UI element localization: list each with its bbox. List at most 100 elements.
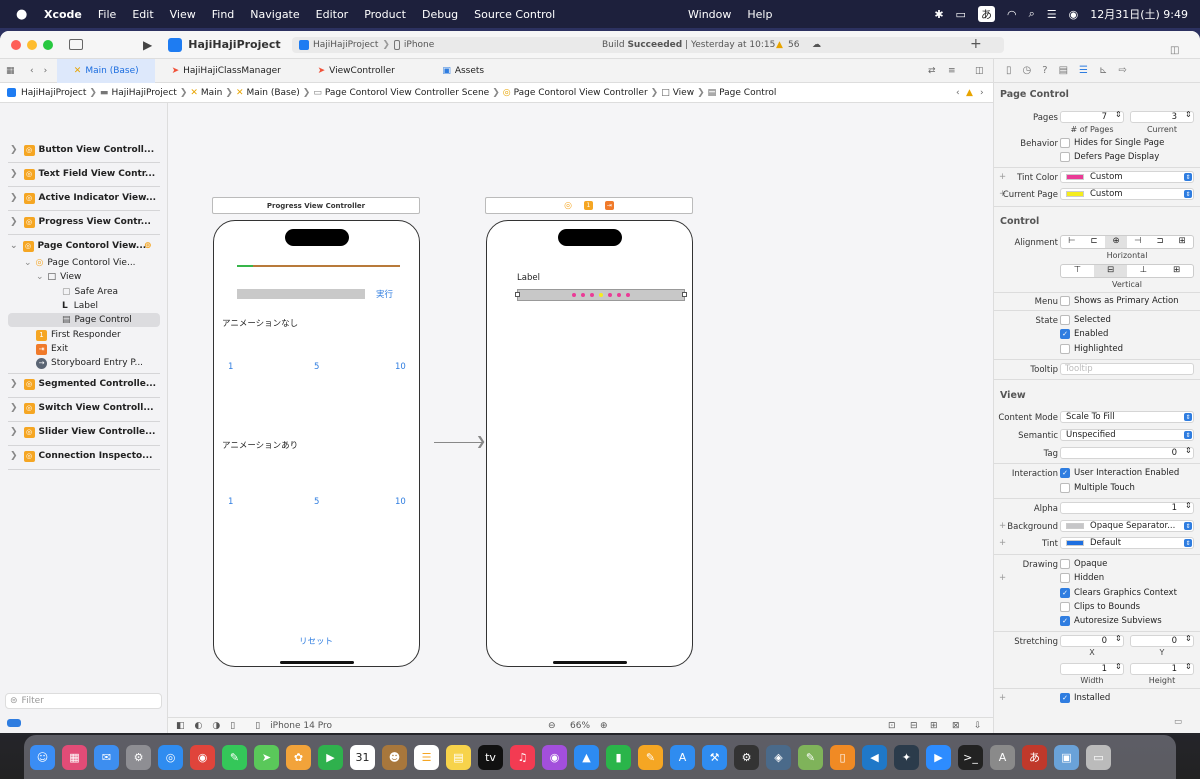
jump-view[interactable]: □ View	[661, 88, 694, 98]
orientation-icon[interactable]: ▯	[230, 721, 235, 731]
menu-product[interactable]: Product	[364, 8, 406, 21]
outline-group[interactable]: ❯ ◎ Progress View Contr...	[10, 215, 151, 229]
split-editor-icon[interactable]: ◫	[975, 66, 984, 76]
help-icon[interactable]: ?	[1042, 65, 1047, 76]
device-icon[interactable]: ▯	[255, 721, 260, 731]
finder-icon[interactable]: ☺	[30, 744, 55, 770]
menu-navigate[interactable]: Navigate	[250, 8, 299, 21]
simulator-icon[interactable]: ◈	[766, 744, 791, 770]
scheme-selector[interactable]: HajiHajiProject ❯ iPhone Build Succeeded…	[292, 37, 1004, 53]
reminders-icon[interactable]: ☰	[414, 744, 439, 770]
run-button[interactable]: ▶	[143, 38, 152, 52]
battery-icon[interactable]: ▭	[956, 8, 966, 21]
tag-stepper-icon[interactable]: ⇕	[1185, 446, 1192, 455]
contacts-icon[interactable]: ☻	[382, 744, 407, 770]
autoresize-checkbox[interactable]: ✓ Autoresize Subviews	[1060, 616, 1162, 626]
chrome-icon[interactable]: ◉	[190, 744, 215, 770]
trash-icon[interactable]: ▭	[1086, 744, 1111, 770]
viewcontroller-icon[interactable]: ◎	[564, 201, 572, 211]
outline-item[interactable]: ⌄ □ View	[36, 270, 81, 284]
alpha-stepper-icon[interactable]: ⇕	[1185, 501, 1192, 510]
filter-field[interactable]: ⊜ Filter	[5, 693, 162, 709]
warning-count[interactable]: 56	[788, 40, 799, 50]
add-variation-icon[interactable]: +	[999, 693, 1006, 703]
jump-page-control[interactable]: ▤ Page Control	[708, 88, 777, 98]
first-responder-icon[interactable]: 1	[583, 201, 593, 210]
horizontal-alignment-segments[interactable]: ⊢ ⊏ ⊕ ⊣ ⊐ ⊞	[1060, 235, 1194, 249]
related-items-icon[interactable]: ⇄	[928, 66, 936, 76]
forward-icon[interactable]: ›	[44, 66, 48, 76]
outline-group[interactable]: ❯ ◎ Connection Inspecto...	[10, 449, 152, 463]
safari-icon[interactable]: ◎	[158, 744, 183, 770]
preview-icon[interactable]: ▣	[1054, 744, 1079, 770]
scheme-name[interactable]: HajiHajiProject	[313, 40, 378, 50]
user-interaction-checkbox[interactable]: ✓ User Interaction Enabled	[1060, 468, 1179, 478]
search-icon[interactable]: ⌕	[1029, 7, 1035, 21]
zoom-out-icon[interactable]: ⊖	[548, 721, 556, 731]
exit-icon[interactable]: ⇥	[604, 201, 614, 210]
menu-edit[interactable]: Edit	[132, 8, 153, 21]
page-dot[interactable]	[572, 293, 576, 297]
github-icon[interactable]: ✦	[894, 744, 919, 770]
content-mode-popup[interactable]: Scale To Fill ⇕	[1060, 411, 1194, 423]
device-config[interactable]: iPhone 14 Pro	[270, 721, 332, 731]
bluetooth-icon[interactable]: ✱	[934, 8, 943, 21]
resolve-issues-icon[interactable]: ⊠	[952, 721, 960, 731]
add-icon[interactable]: +	[970, 36, 982, 52]
connections-icon[interactable]: ⇨	[1118, 65, 1126, 76]
calendar-icon[interactable]: 31	[350, 744, 375, 770]
multiple-touch-checkbox[interactable]: Multiple Touch	[1060, 483, 1135, 493]
current-stepper-icon[interactable]: ⇕	[1185, 110, 1192, 119]
app-store-icon[interactable]: A	[670, 744, 695, 770]
pages-stepper-icon[interactable]: ⇕	[1115, 110, 1122, 119]
alpha-field[interactable]: 1	[1060, 502, 1194, 514]
dark-mode-icon[interactable]: ◑	[212, 721, 220, 731]
device-name[interactable]: iPhone	[404, 40, 434, 50]
dictionary-icon[interactable]: A	[990, 744, 1015, 770]
zoom-in-icon[interactable]: ⊕	[600, 721, 608, 731]
highlighted-checkbox[interactable]: Highlighted	[1060, 344, 1123, 354]
grid-icon[interactable]: ▦	[6, 66, 18, 76]
page-dot[interactable]	[626, 293, 630, 297]
attributes-icon[interactable]: ☰	[1079, 65, 1088, 76]
books-icon[interactable]: ▯	[830, 744, 855, 770]
notes-icon[interactable]: ▤	[446, 744, 471, 770]
align-vfill-icon[interactable]: ⊞	[1160, 265, 1193, 277]
selected-checkbox[interactable]: Selected	[1060, 315, 1111, 325]
jump-controller[interactable]: ◎ Page Contorol View Controller	[503, 88, 648, 98]
align-left-icon[interactable]: ⊢	[1061, 236, 1083, 248]
tab-class-manager[interactable]: ➤ HajiHajiClassManager	[155, 59, 297, 83]
cloud-icon[interactable]: ☁	[812, 40, 821, 50]
library-icon[interactable]: ▭	[1174, 717, 1182, 727]
scene-title-bar[interactable]: Progress View Controller	[212, 197, 420, 214]
menu-editor[interactable]: Editor	[316, 8, 349, 21]
minimize-button[interactable]	[27, 39, 37, 50]
stepper-icon[interactable]: ⇕	[1185, 662, 1192, 671]
close-button[interactable]	[11, 39, 21, 50]
mail-icon[interactable]: ✉	[94, 744, 119, 770]
reset-button[interactable]: リセット	[299, 635, 333, 647]
jump-folder[interactable]: ▬ HajiHajiProject	[100, 88, 177, 98]
menu-source-control[interactable]: Source Control	[474, 8, 555, 21]
opaque-checkbox[interactable]: Opaque	[1060, 559, 1107, 569]
file-icon[interactable]: ▯	[1006, 65, 1012, 76]
clears-context-checkbox[interactable]: ✓ Clears Graphics Context	[1060, 588, 1177, 598]
update-frames-icon[interactable]: ⊡	[888, 721, 896, 731]
enabled-checkbox[interactable]: ✓ Enabled	[1060, 329, 1108, 339]
outline-item[interactable]: ⇥ Exit	[36, 342, 68, 356]
outline-item[interactable]: 1 First Responder	[36, 328, 121, 342]
page-dot-current[interactable]	[599, 293, 603, 297]
launchpad-icon[interactable]: ▦	[62, 744, 87, 770]
tooltip-field[interactable]: Tooltip	[1060, 363, 1194, 375]
align-bottom-icon[interactable]: ⊥	[1127, 265, 1160, 277]
facetime-icon[interactable]: ▶	[318, 744, 343, 770]
page-control[interactable]	[515, 289, 687, 301]
semantic-popup[interactable]: Unspecified ⇕	[1060, 429, 1194, 441]
xcode-icon[interactable]: ⚒	[702, 744, 727, 770]
page-dot[interactable]	[581, 293, 585, 297]
tint-popup[interactable]: Default ⇕	[1060, 537, 1194, 549]
keynote-icon[interactable]: ▲	[574, 744, 599, 770]
zoom-button[interactable]	[43, 39, 53, 50]
align-leading-icon[interactable]: ⊐	[1149, 236, 1171, 248]
defers-page-display-checkbox[interactable]: Defers Page Display	[1060, 152, 1159, 162]
